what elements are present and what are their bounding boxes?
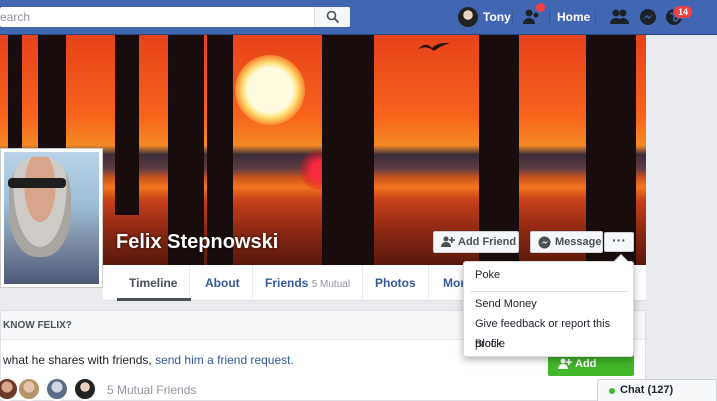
card-description: what he shares with friends, send him a … xyxy=(3,353,294,367)
message-button[interactable]: Message xyxy=(530,231,603,253)
tab-friends[interactable]: Friends 5 Mutual xyxy=(253,265,364,301)
profile-name[interactable]: Felix Stepnowski xyxy=(116,231,278,254)
profile-link[interactable]: Tony xyxy=(483,0,511,34)
card-text-prefix: what he shares with friends, xyxy=(3,353,156,367)
mutual-friends-count[interactable]: 5 Mutual Friends xyxy=(107,383,196,397)
menu-item-block[interactable]: Block xyxy=(464,334,633,354)
active-tab-underline xyxy=(117,298,191,301)
nav-divider xyxy=(549,10,550,24)
cover-pillar xyxy=(322,35,374,265)
profile-picture[interactable] xyxy=(0,148,103,288)
menu-item-send-money[interactable]: Send Money xyxy=(464,294,633,314)
top-navigation-bar: Tony Home 14 xyxy=(0,0,717,35)
notification-dot xyxy=(536,3,545,12)
home-link[interactable]: Home xyxy=(557,0,590,34)
mutual-friend-avatar[interactable] xyxy=(45,377,69,401)
right-sidebar xyxy=(646,35,717,401)
more-options-menu: Poke Send Money Give feedback or report … xyxy=(463,253,634,357)
send-friend-request-link[interactable]: send him a friend request. xyxy=(155,353,294,367)
search-button[interactable] xyxy=(314,7,350,27)
message-label: Message xyxy=(555,236,602,248)
menu-item-poke[interactable]: Poke xyxy=(464,265,633,285)
add-friend-icon xyxy=(558,358,572,369)
menu-divider xyxy=(470,291,628,292)
tab-friends-label: Friends xyxy=(265,276,309,290)
mutual-friend-avatar[interactable] xyxy=(73,377,97,401)
messenger-icon[interactable] xyxy=(639,8,657,26)
cover-pillar xyxy=(115,35,139,215)
user-avatar[interactable] xyxy=(458,7,478,27)
add-friend-icon xyxy=(441,236,455,247)
tab-friends-mutual: 5 Mutual xyxy=(311,279,351,290)
profile-face xyxy=(9,157,71,257)
card-heading: KNOW FELIX? xyxy=(3,320,72,331)
bird-silhouette xyxy=(418,42,450,51)
search-input[interactable] xyxy=(0,7,315,27)
profile-sunglasses xyxy=(8,178,66,188)
tab-about[interactable]: About xyxy=(193,265,253,301)
add-friend-label: Add Friend xyxy=(458,236,517,248)
chat-label: Chat (127) xyxy=(620,384,674,396)
messenger-icon xyxy=(538,236,551,249)
nav-divider xyxy=(512,10,513,24)
profile-photo xyxy=(4,152,99,284)
mutual-friend-avatar[interactable] xyxy=(17,377,41,401)
chat-bar[interactable]: Chat (127) xyxy=(597,379,717,401)
search-icon xyxy=(326,10,340,24)
friend-requests-icon[interactable] xyxy=(610,8,630,26)
nav-divider xyxy=(595,10,596,24)
online-status-dot xyxy=(609,388,615,394)
notifications-badge: 14 xyxy=(673,5,694,19)
tab-timeline[interactable]: Timeline xyxy=(117,265,191,301)
more-options-button[interactable]: ··· xyxy=(604,232,634,252)
tab-photos[interactable]: Photos xyxy=(363,265,429,301)
cover-sun xyxy=(235,55,305,125)
menu-item-give-feedback[interactable]: Give feedback or report this profile xyxy=(464,314,633,350)
add-friend-button[interactable]: Add Friend xyxy=(433,231,519,253)
search-box[interactable] xyxy=(0,7,350,27)
